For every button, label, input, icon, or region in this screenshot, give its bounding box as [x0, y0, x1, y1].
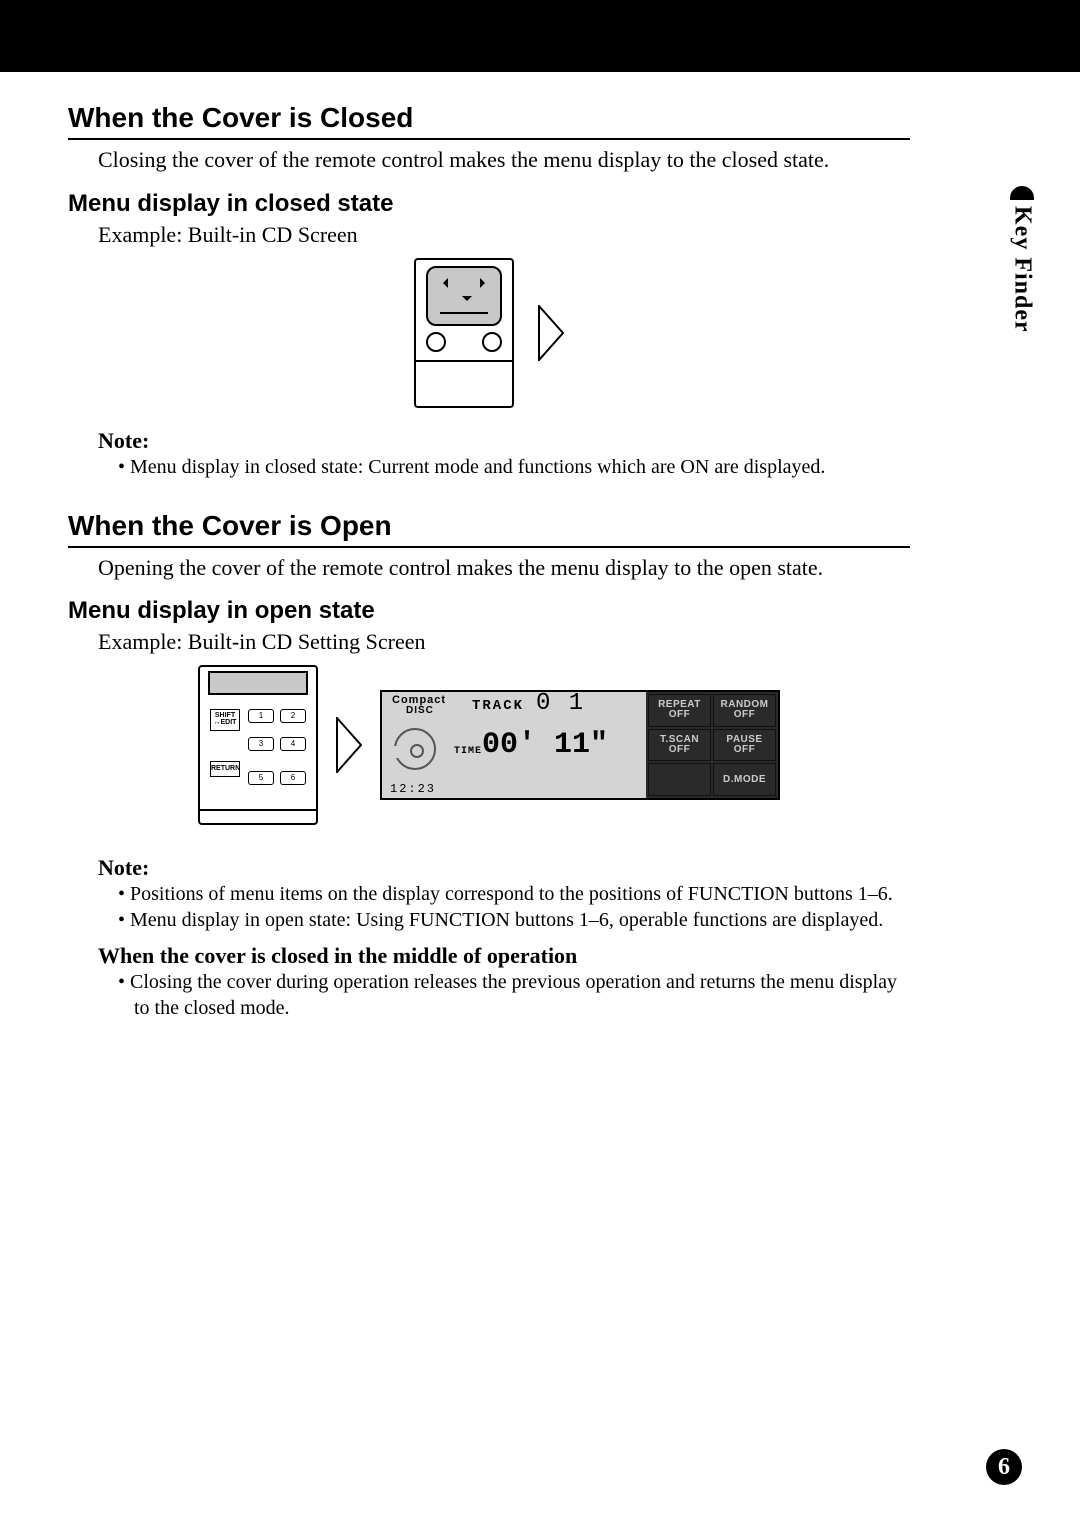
- triangle-right-icon: [336, 717, 362, 773]
- remote-open-diagram: SHIFT ↔EDIT RETURN 1 2 3 4 5 6: [198, 665, 318, 825]
- note-label-closed: Note:: [98, 428, 910, 454]
- lcd-time-value: 00' 11": [482, 728, 608, 762]
- remote-btn-4: 4: [280, 737, 306, 751]
- remote-closed-diagram: [414, 258, 514, 408]
- remote-btn-3: 3: [248, 737, 274, 751]
- subhead-closed: Menu display in closed state: [68, 190, 910, 218]
- page-number: 6: [986, 1449, 1022, 1485]
- heading-cover-closed: When the Cover is Closed: [68, 102, 910, 140]
- disc-icon: [394, 728, 436, 770]
- remote-btn-2: 2: [280, 709, 306, 723]
- remote-btn-6: 6: [280, 771, 306, 785]
- side-tab-label: Key Finder: [1009, 206, 1036, 333]
- note-closed-1: Menu display in closed state: Current mo…: [118, 454, 910, 480]
- remote-return-label: RETURN: [210, 761, 240, 777]
- lcd-cell-random: RANDOM OFF: [713, 694, 776, 727]
- para-closed: Closing the cover of the remote control …: [98, 146, 910, 174]
- note-label-open: Note:: [98, 855, 910, 881]
- heading-cover-open: When the Cover is Open: [68, 510, 910, 548]
- lcd-cell-dmode: D.MODE: [713, 763, 776, 796]
- lcd-cell-repeat: REPEAT OFF: [648, 694, 711, 727]
- page-content: When the Cover is Closed Closing the cov…: [0, 72, 970, 1021]
- example-open: Example: Built-in CD Setting Screen: [98, 629, 910, 655]
- lcd-cell-pause: PAUSE OFF: [713, 729, 776, 762]
- triangle-right-icon: [538, 305, 564, 361]
- example-closed: Example: Built-in CD Screen: [98, 222, 910, 248]
- note-list-open: Positions of menu items on the display c…: [118, 881, 910, 933]
- note-mid-1: Closing the cover during operation relea…: [118, 969, 910, 1021]
- remote-btn-5: 5: [248, 771, 274, 785]
- remote-btn-1: 1: [248, 709, 274, 723]
- lcd-time-label: TIME: [454, 746, 482, 757]
- lcd-compact-2: DISC: [406, 706, 446, 715]
- note-list-closed: Menu display in closed state: Current mo…: [118, 454, 910, 480]
- lcd-side-panel: REPEAT OFF RANDOM OFF T.SCAN OFF PAUSE O…: [646, 692, 778, 798]
- subhead-mid-operation: When the cover is closed in the middle o…: [98, 943, 910, 969]
- lcd-screen-diagram: Compact DISC TRACK 0 1 TIME 00' 11" 12:2…: [380, 690, 780, 800]
- illustration-open: SHIFT ↔EDIT RETURN 1 2 3 4 5 6 Compact D…: [68, 665, 910, 825]
- lcd-clock: 12:23: [390, 782, 436, 796]
- note-open-1: Positions of menu items on the display c…: [118, 881, 910, 907]
- lcd-cell-tscan: T.SCAN OFF: [648, 729, 711, 762]
- illustration-closed: [68, 258, 910, 408]
- subhead-open: Menu display in open state: [68, 597, 910, 625]
- para-open: Opening the cover of the remote control …: [98, 554, 910, 582]
- lcd-track-number: 0 1: [536, 690, 585, 717]
- lcd-track-label: TRACK: [472, 698, 524, 714]
- note-list-mid: Closing the cover during operation relea…: [118, 969, 910, 1021]
- side-tab: Key Finder: [1002, 186, 1042, 333]
- note-open-2: Menu display in open state: Using FUNCTI…: [118, 907, 910, 933]
- top-black-bar: [0, 0, 1080, 72]
- remote-shift-label: SHIFT ↔EDIT: [210, 709, 240, 731]
- lcd-cell-empty: [648, 763, 711, 796]
